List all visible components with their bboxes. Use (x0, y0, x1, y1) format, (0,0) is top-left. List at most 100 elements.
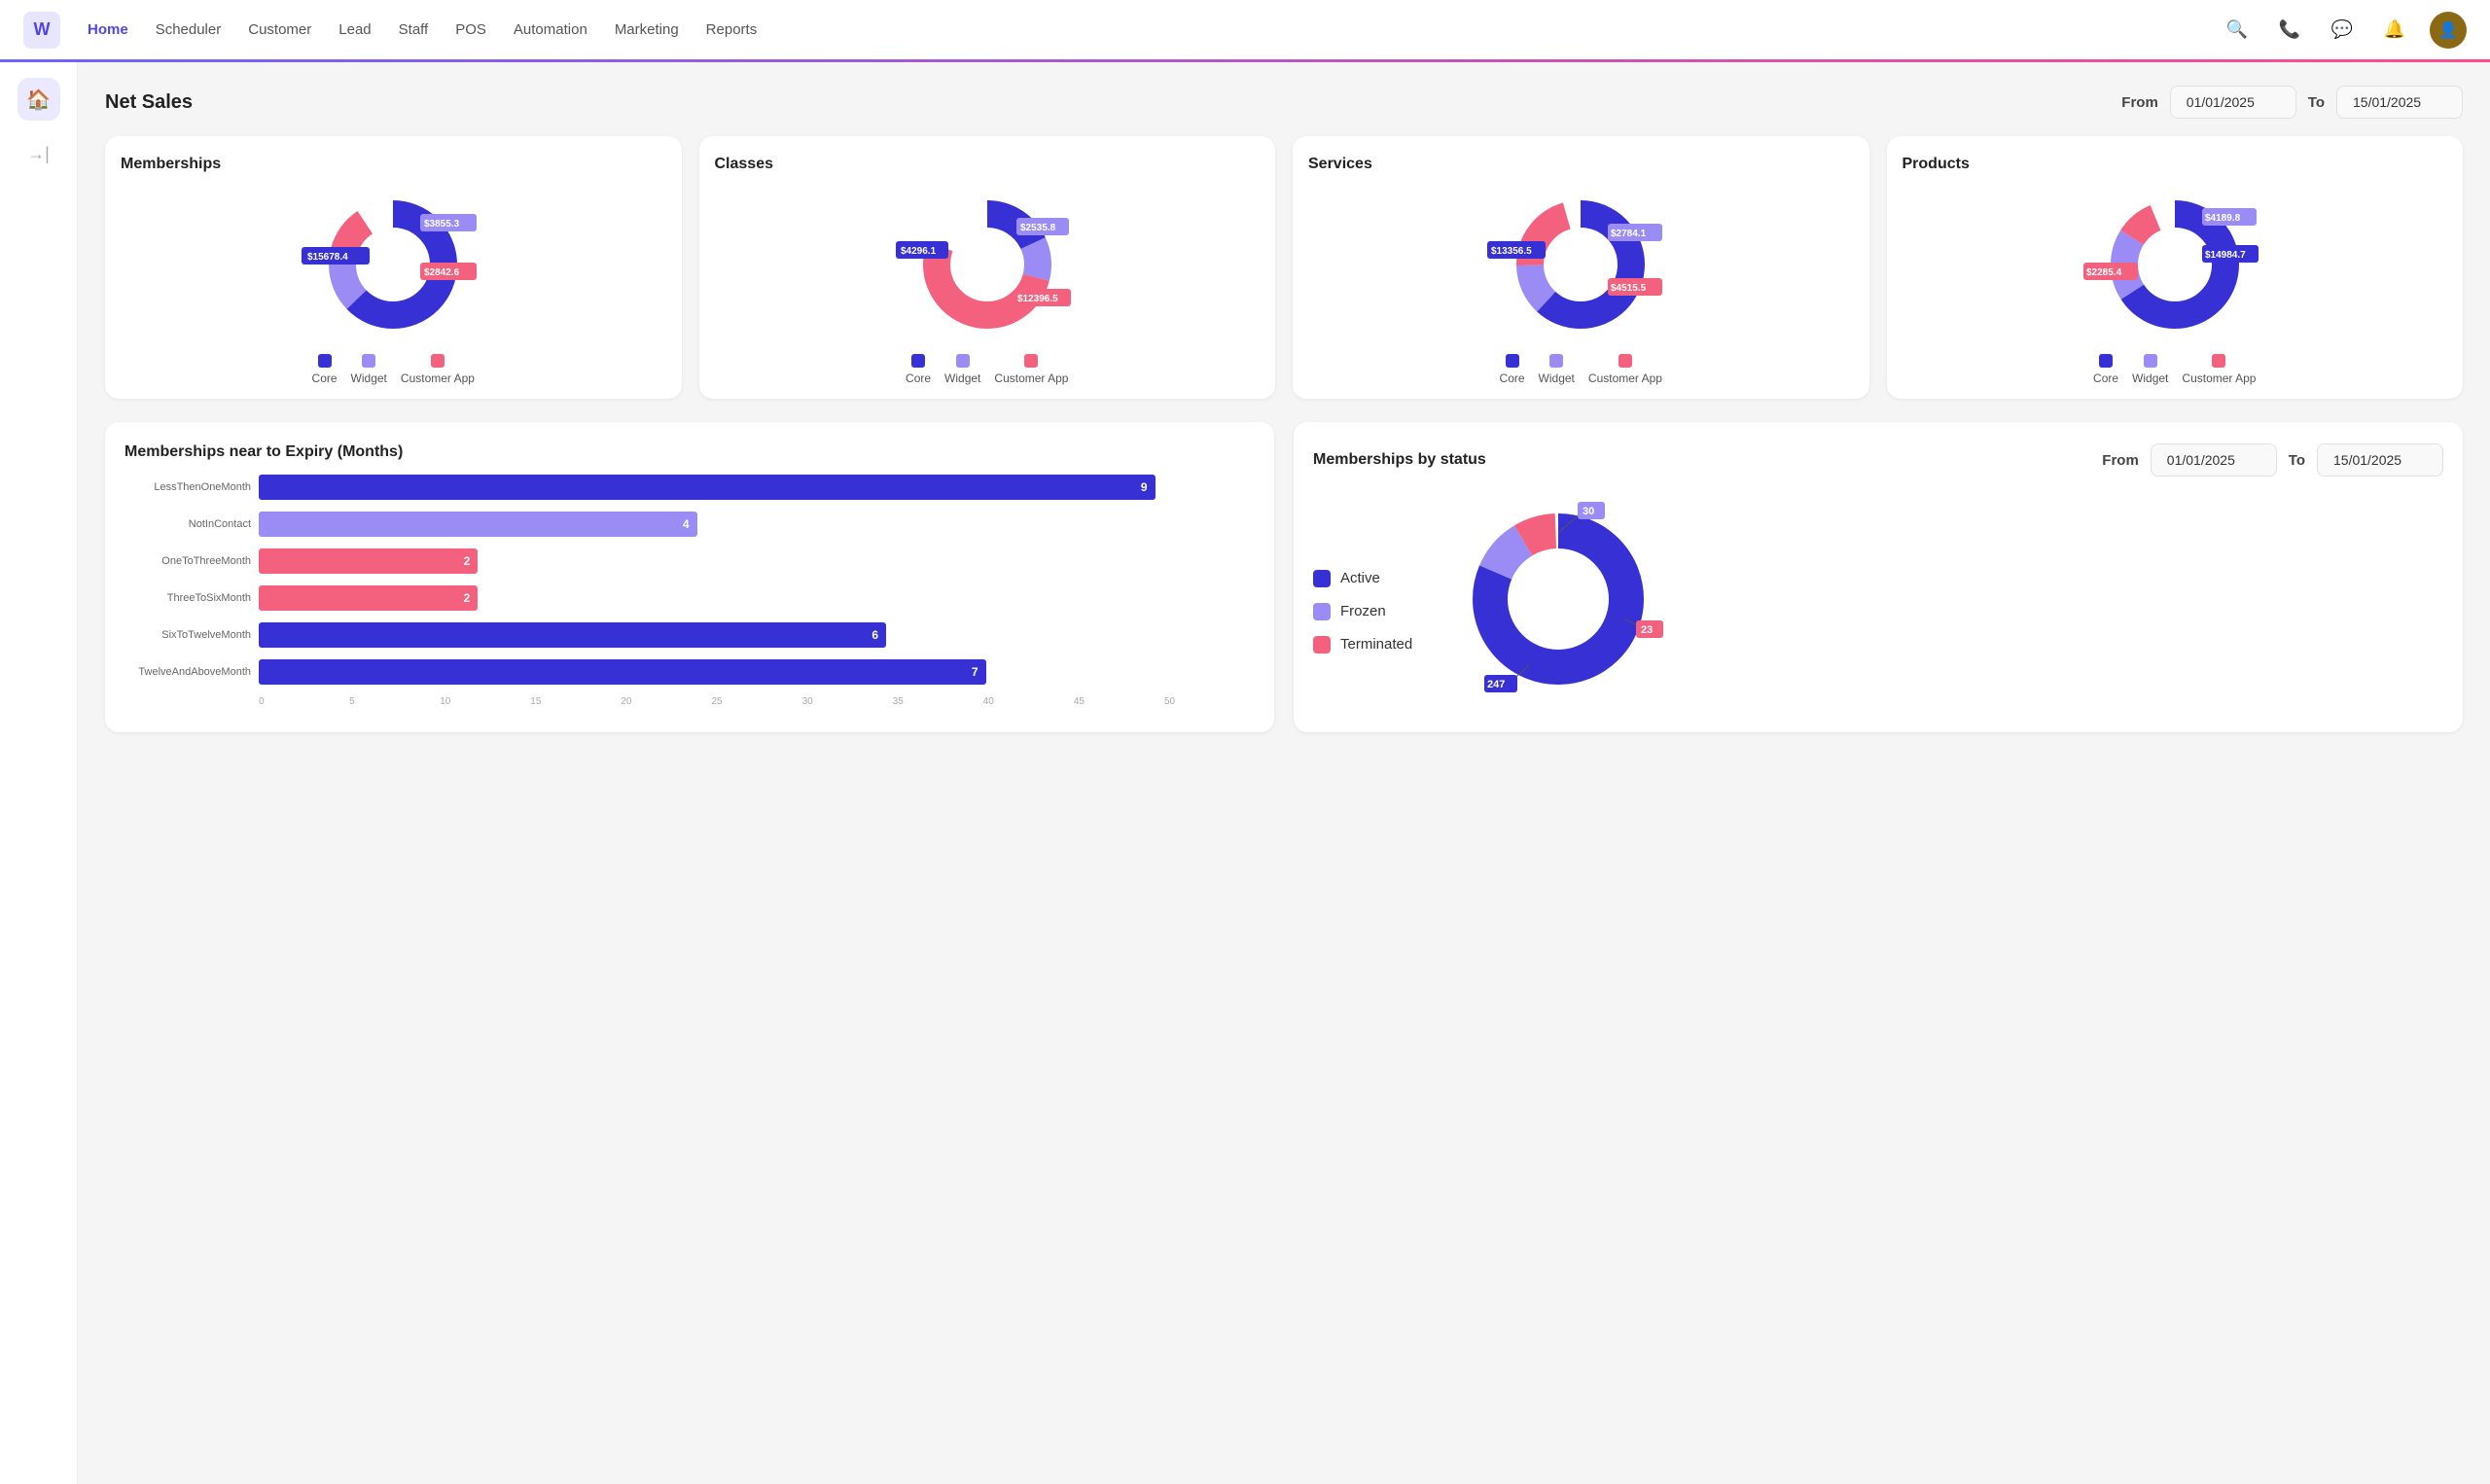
memberships-legend: Core Widget Customer App (121, 354, 666, 385)
widget-label-c: Widget (944, 371, 980, 385)
bar-fill-notincontact: 4 (259, 512, 697, 537)
nav-pos[interactable]: POS (455, 21, 486, 38)
notification-button[interactable]: 🔔 (2377, 13, 2412, 48)
nav-automation[interactable]: Automation (514, 21, 587, 38)
bar-track-onetothree: 2 (259, 548, 1255, 574)
frozen-label: Frozen (1340, 603, 1386, 619)
svg-text:247: 247 (1487, 679, 1505, 690)
bar-label-notincontact: NotInContact (124, 518, 251, 530)
core-color-dot-s (1506, 354, 1519, 368)
status-to-date[interactable]: 15/01/2025 (2317, 443, 2443, 477)
app-color-dot-s (1618, 354, 1632, 368)
net-sales-date-filter: From 01/01/2025 To 15/01/2025 (2121, 86, 2463, 119)
bar-track-threetosix: 2 (259, 585, 1255, 611)
bar-label-onetothree: OneToThreeMonth (124, 555, 251, 567)
svg-text:$2285.4: $2285.4 (2086, 267, 2122, 278)
nav-staff[interactable]: Staff (399, 21, 429, 38)
core-label-s: Core (1500, 371, 1525, 385)
app-label-c: Customer App (994, 371, 1068, 385)
bar-track-lessthan: 9 (259, 475, 1255, 500)
status-donut-container: 30 23 247 (1451, 492, 1665, 711)
by-status-date-filter: From 01/01/2025 To 15/01/2025 (2102, 443, 2443, 477)
axis-0: 0 (259, 696, 349, 707)
nav-marketing[interactable]: Marketing (615, 21, 679, 38)
svg-text:$14984.7: $14984.7 (2205, 250, 2246, 261)
classes-card: Classes $4296.1 $2535.8 (699, 136, 1276, 399)
to-date-input[interactable]: 15/01/2025 (2336, 86, 2463, 119)
from-date-input[interactable]: 01/01/2025 (2170, 86, 2296, 119)
bar-track-twelveabove: 7 (259, 659, 1255, 685)
by-status-title: Memberships by status (1313, 451, 1486, 469)
bar-label-sixtotwelve: SixToTwelveMonth (124, 629, 251, 641)
bar-fill-twelveabove: 7 (259, 659, 986, 685)
svg-text:$12396.5: $12396.5 (1017, 294, 1058, 304)
bar-row-twelveabove: TwelveAndAboveMonth 7 (124, 659, 1255, 685)
nav-customer[interactable]: Customer (248, 21, 311, 38)
services-legend-widget: Widget (1539, 354, 1575, 385)
classes-donut-wrapper: $4296.1 $2535.8 $12396.5 (715, 187, 1261, 342)
user-avatar[interactable]: 👤 (2430, 12, 2467, 49)
status-frozen: Frozen (1313, 603, 1412, 620)
nav-bar: W Home Scheduler Customer Lead Staff POS… (0, 0, 2490, 62)
core-label: Core (312, 371, 338, 385)
active-dot (1313, 570, 1331, 587)
memberships-donut-wrapper: $15678.4 $3855.3 $2842.6 (121, 187, 666, 342)
by-status-header: Memberships by status From 01/01/2025 To… (1313, 443, 2443, 477)
classes-legend-core: Core (906, 354, 931, 385)
bar-row-lessthan: LessThenOneMonth 9 (124, 475, 1255, 500)
from-label: From (2121, 94, 2158, 111)
nav-lead[interactable]: Lead (338, 21, 371, 38)
bar-fill-sixtotwelve: 6 (259, 622, 886, 648)
classes-legend: Core Widget Customer App (715, 354, 1261, 385)
app-label-s: Customer App (1588, 371, 1662, 385)
status-legend: Active Frozen Terminated (1313, 570, 1412, 654)
products-legend-widget: Widget (2132, 354, 2168, 385)
svg-text:$2842.6: $2842.6 (424, 267, 460, 278)
svg-text:$4189.8: $4189.8 (2205, 213, 2241, 224)
core-color-dot (318, 354, 332, 368)
memberships-donut-svg: $15678.4 $3855.3 $2842.6 (305, 187, 480, 342)
sidebar-collapse-button[interactable]: →| (27, 144, 50, 164)
status-from-date[interactable]: 01/01/2025 (2151, 443, 2277, 477)
axis-20: 20 (621, 696, 711, 707)
bar-row-onetothree: OneToThreeMonth 2 (124, 548, 1255, 574)
core-label-c: Core (906, 371, 931, 385)
phone-button[interactable]: 📞 (2272, 13, 2307, 48)
terminated-label: Terminated (1340, 636, 1412, 653)
bar-label-threetosix: ThreeToSixMonth (124, 592, 251, 604)
svg-text:$4296.1: $4296.1 (901, 246, 937, 257)
memberships-legend-core: Core (312, 354, 338, 385)
app-color-dot-c (1024, 354, 1038, 368)
axis-30: 30 (802, 696, 893, 707)
bar-label-twelveabove: TwelveAndAboveMonth (124, 666, 251, 678)
search-button[interactable]: 🔍 (2220, 13, 2255, 48)
sidebar-home-icon[interactable]: 🏠 (18, 78, 60, 121)
whatsapp-button[interactable]: 💬 (2325, 13, 2360, 48)
bar-fill-onetothree: 2 (259, 548, 478, 574)
status-terminated: Terminated (1313, 636, 1412, 654)
bar-track-notincontact: 4 (259, 512, 1255, 537)
nav-scheduler[interactable]: Scheduler (156, 21, 222, 38)
services-title: Services (1308, 156, 1854, 173)
nav-home[interactable]: Home (88, 21, 128, 38)
axis-25: 25 (711, 696, 801, 707)
sales-chart-grid: Memberships $15678.4 $3855 (105, 136, 2463, 399)
widget-label-s: Widget (1539, 371, 1575, 385)
nav-reports[interactable]: Reports (706, 21, 758, 38)
svg-text:30: 30 (1583, 506, 1594, 517)
axis-10: 10 (440, 696, 530, 707)
classes-donut-svg: $4296.1 $2535.8 $12396.5 (900, 187, 1075, 342)
svg-text:$2535.8: $2535.8 (1020, 223, 1056, 233)
widget-label-p: Widget (2132, 371, 2168, 385)
nav-logo[interactable]: W (23, 12, 60, 49)
sidebar: 🏠 →| (0, 62, 78, 1484)
bar-fill-lessthan: 9 (259, 475, 1156, 500)
memberships-card: Memberships $15678.4 $3855 (105, 136, 682, 399)
to-label: To (2308, 94, 2325, 111)
classes-legend-widget: Widget (944, 354, 980, 385)
axis-40: 40 (983, 696, 1074, 707)
terminated-dot (1313, 636, 1331, 654)
status-donut-svg: 30 23 247 (1451, 492, 1665, 706)
axis-15: 15 (530, 696, 621, 707)
svg-text:$2784.1: $2784.1 (1611, 229, 1647, 239)
